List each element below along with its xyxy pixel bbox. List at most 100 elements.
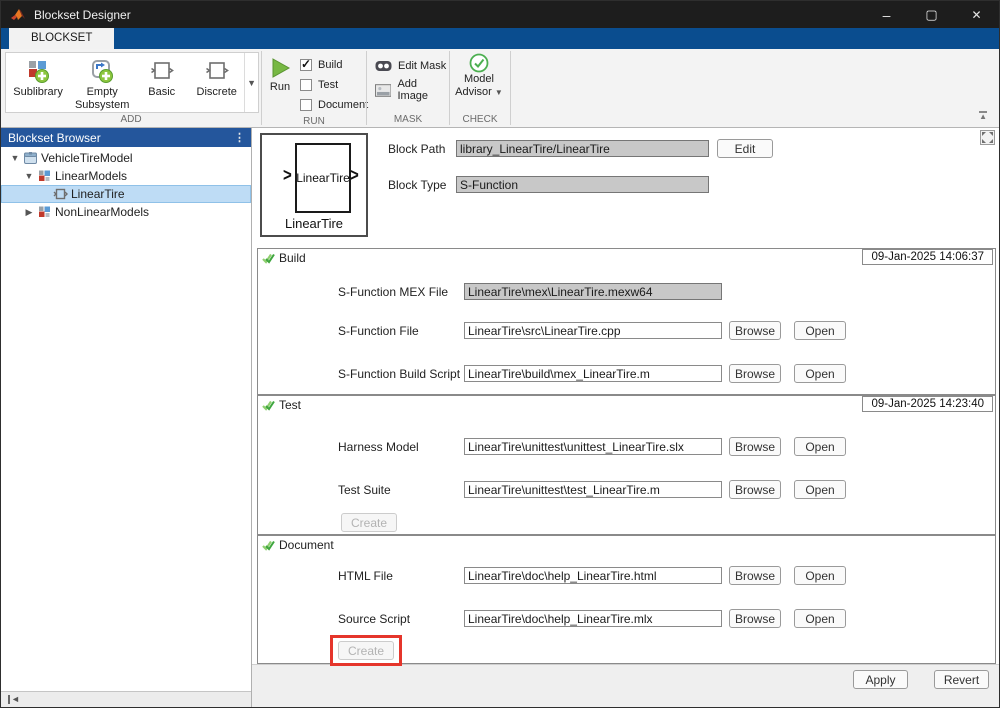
browse-button[interactable]: Browse (729, 566, 781, 585)
section-label-mask: MASK (367, 113, 449, 127)
source-script-label: Source Script (338, 612, 464, 626)
revert-button[interactable]: Revert (934, 670, 989, 689)
test-create-button[interactable]: Create (341, 513, 397, 532)
html-file-field[interactable] (464, 567, 722, 584)
test-section: Test 09-Jan-2025 14:23:40 Harness Model … (257, 395, 996, 535)
chevron-down-icon: ▼ (495, 88, 503, 97)
open-button[interactable]: Open (794, 364, 846, 383)
title-bar: Blockset Designer (1, 1, 999, 28)
blockset-designer-window: Blockset Designer BLOCKSET (0, 0, 1000, 708)
build-section-title: Build (279, 251, 306, 265)
checkbox-document[interactable]: Document (300, 95, 368, 115)
expander-closed-icon[interactable] (24, 207, 34, 218)
open-button[interactable]: Open (794, 437, 846, 456)
open-button[interactable]: Open (794, 609, 846, 628)
add-basic-button[interactable]: Basic (134, 53, 189, 112)
minimize-button[interactable] (864, 1, 909, 28)
discrete-block-icon (204, 58, 230, 84)
sfunction-build-script-label: S-Function Build Script (338, 367, 464, 381)
add-gallery: Sublibrary Empty Subsystem (5, 52, 259, 113)
test-suite-field[interactable] (464, 481, 722, 498)
toolbar-divider (510, 51, 511, 125)
build-section: Build 09-Jan-2025 14:06:37 S-Function ME… (257, 248, 996, 395)
browse-button[interactable]: Browse (729, 437, 781, 456)
section-label-run: RUN (262, 115, 366, 129)
maximize-button[interactable] (909, 1, 954, 28)
add-discrete-button[interactable]: Discrete (189, 53, 244, 112)
html-file-label: HTML File (338, 569, 464, 583)
expand-arrows-icon (982, 132, 993, 143)
blockset-tree: VehicleTireModel LinearModels (1, 147, 251, 691)
test-timestamp: 09-Jan-2025 14:23:40 (862, 396, 993, 412)
open-button[interactable]: Open (794, 480, 846, 499)
harness-model-field[interactable] (464, 438, 722, 455)
source-script-field[interactable] (464, 610, 722, 627)
browse-button[interactable]: Browse (729, 364, 781, 383)
output-port-icon: > (350, 165, 359, 186)
tree-item-linearmodels[interactable]: LinearModels (1, 167, 251, 185)
expander-open-icon[interactable] (24, 171, 34, 181)
sublibrary-icon (37, 169, 52, 183)
run-button[interactable]: Run (268, 53, 292, 115)
kebab-menu-icon[interactable] (234, 131, 245, 144)
edit-button[interactable]: Edit (717, 139, 773, 158)
build-checkbox-box[interactable] (300, 59, 312, 71)
sfunction-file-field[interactable] (464, 322, 722, 339)
browse-button[interactable]: Browse (729, 321, 781, 340)
sfunction-file-label: S-Function File (338, 324, 464, 338)
plus-badge (36, 70, 49, 83)
sfunction-build-script-field[interactable] (464, 365, 722, 382)
ribbon-toolbar: Sublibrary Empty Subsystem (1, 49, 999, 128)
tree-item-label: LinearModels (55, 169, 127, 183)
document-create-button[interactable]: Create (338, 641, 394, 660)
blockset-icon (23, 151, 38, 165)
tree-item-lineartire[interactable]: LinearTire (1, 185, 251, 203)
image-icon (375, 84, 391, 97)
tree-item-nonlinearmodels[interactable]: NonLinearModels (1, 203, 251, 221)
add-empty-subsystem-button[interactable]: Empty Subsystem (70, 53, 134, 112)
test-suite-label: Test Suite (338, 483, 464, 497)
open-button[interactable]: Open (794, 321, 846, 340)
browse-button[interactable]: Browse (729, 609, 781, 628)
tab-blockset[interactable]: BLOCKSET (9, 28, 114, 49)
collapse-left-icon[interactable] (8, 695, 20, 704)
block-properties-panel: > LinearTire > LinearTire Block Path Edi… (252, 128, 999, 707)
checkbox-build[interactable]: Build (300, 55, 368, 75)
expand-panel-button[interactable] (980, 130, 995, 145)
blockset-browser-panel: Blockset Browser VehicleTireModel (1, 128, 252, 707)
block-path-label: Block Path (388, 142, 456, 156)
blockset-browser-title: Blockset Browser (8, 131, 101, 145)
block-preview-caption: LinearTire (262, 216, 366, 231)
apply-button[interactable]: Apply (853, 670, 908, 689)
gallery-dropdown-button[interactable]: ▼ (244, 53, 258, 112)
model-advisor-check-icon (469, 53, 489, 73)
open-button[interactable]: Open (794, 566, 846, 585)
close-button[interactable] (954, 1, 999, 28)
expander-open-icon[interactable] (10, 153, 20, 163)
status-check-icon (262, 253, 275, 264)
tree-item-vehicletiremodel[interactable]: VehicleTireModel (1, 149, 251, 167)
harness-model-label: Harness Model (338, 440, 464, 454)
edit-mask-button[interactable]: Edit Mask (375, 60, 449, 72)
document-checkbox-box[interactable] (300, 99, 312, 111)
browse-button[interactable]: Browse (729, 480, 781, 499)
sublibrary-icon (37, 205, 52, 219)
toolbar-section-mask: Edit Mask Add Image MASK (367, 49, 449, 127)
blockset-browser-header: Blockset Browser (1, 128, 251, 147)
status-check-icon (262, 540, 275, 551)
tree-item-label: VehicleTireModel (41, 151, 133, 165)
document-section: Document HTML File Browse Open Source Sc… (257, 535, 996, 664)
block-preview-body: LinearTire (295, 143, 351, 213)
sublibrary-add-icon (25, 58, 51, 84)
input-port-icon: > (283, 165, 292, 186)
ribbon-collapse-button[interactable]: ▲ (979, 111, 987, 121)
checkbox-test[interactable]: Test (300, 75, 368, 95)
section-label-add: ADD (1, 113, 261, 127)
ribbon-tab-bar: BLOCKSET (1, 28, 999, 49)
model-advisor-button[interactable]: Model Advisor ▼ (450, 49, 508, 113)
add-sublibrary-button[interactable]: Sublibrary (6, 53, 70, 112)
sfunction-mex-file-label: S-Function MEX File (338, 285, 464, 299)
status-check-icon (262, 400, 275, 411)
test-checkbox-box[interactable] (300, 79, 312, 91)
add-image-button[interactable]: Add Image (375, 78, 449, 102)
